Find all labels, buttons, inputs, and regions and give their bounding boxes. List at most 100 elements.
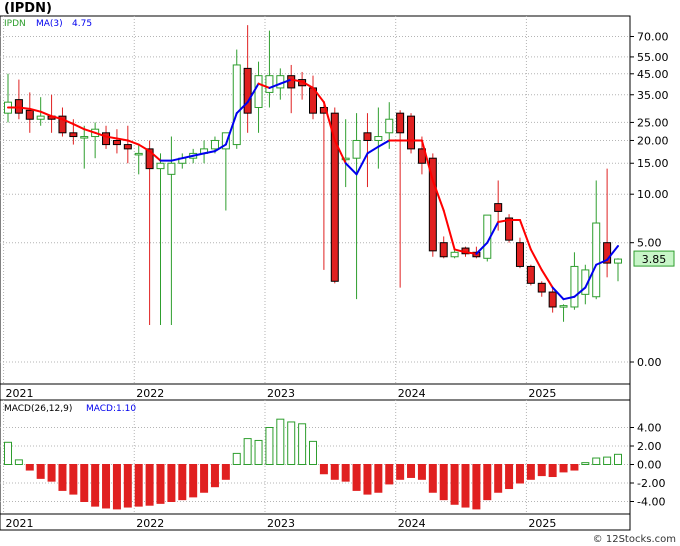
price-x-tick-label: 2025 (528, 387, 556, 400)
macd-bar (526, 464, 535, 480)
candle-body (102, 132, 111, 146)
macd-bar (123, 464, 132, 508)
watermark: © 12Stocks.com (593, 534, 676, 545)
price-tick-label: 35.00 (637, 89, 669, 102)
candle-body (374, 136, 383, 141)
macd-bar (570, 464, 579, 471)
candle-body (167, 162, 176, 175)
candle-body (450, 251, 459, 258)
legend-macd-value: MACD:1.10 (86, 404, 136, 414)
price-tick-label: 55.00 (637, 51, 669, 64)
candle-body (537, 282, 546, 293)
candle-body (385, 118, 394, 134)
candle-body (494, 203, 503, 212)
candle-body (25, 109, 34, 120)
candle-body (14, 99, 23, 114)
macd-bar (363, 464, 372, 495)
macd-bar (581, 462, 590, 465)
macd-bar (559, 464, 568, 473)
macd-bar (396, 464, 405, 480)
macd-bar (614, 453, 622, 466)
price-tick-label: 0.00 (637, 356, 662, 369)
macd-bar (189, 464, 198, 498)
macd-bar (515, 464, 524, 484)
macd-bar (385, 464, 394, 485)
macd-bar (505, 464, 514, 490)
macd-bar (14, 459, 23, 465)
candle-body (396, 112, 405, 134)
macd-bar (374, 464, 383, 493)
macd-bar (298, 423, 307, 465)
macd-bar (352, 464, 361, 491)
macd-bar (548, 464, 557, 478)
legend-ticker: IPDN (4, 19, 26, 29)
macd-legend: MACD(26,12,9) MACD:1.10 (4, 404, 136, 414)
macd-x-tick-label: 2023 (267, 517, 295, 530)
candle-body (156, 162, 165, 170)
legend-macd-label: MACD(26,12,9) (4, 404, 72, 414)
candle-body (439, 242, 448, 258)
macd-bar (232, 452, 241, 465)
candle-body (243, 67, 252, 114)
candle-body (407, 115, 416, 150)
macd-bar (407, 464, 416, 478)
macd-x-tick-label: 2025 (528, 517, 556, 530)
macd-bar (25, 464, 34, 471)
macd-bar (592, 457, 601, 465)
candle-body (614, 258, 622, 264)
macd-bar (200, 464, 209, 493)
candle-body (570, 265, 579, 308)
macd-bar (265, 427, 274, 465)
macd-bar (58, 464, 67, 491)
price-legend: IPDN MA(3) 4.75 (4, 19, 92, 29)
price-tick-label: 45.00 (637, 68, 669, 81)
candle-body (559, 305, 568, 308)
price-tick-label: 5.00 (637, 237, 662, 250)
macd-bar (461, 464, 470, 508)
price-tick-label: 20.00 (637, 134, 669, 147)
macd-bar (537, 464, 546, 477)
candle-body (123, 144, 132, 150)
candle-body (69, 132, 78, 138)
candle-body (112, 139, 121, 146)
macd-bar (4, 441, 12, 465)
price-tick-label: 10.00 (637, 188, 669, 201)
candle-body (210, 139, 219, 150)
chart-stage: (IPDN) 70.00 55.00 45.00 35.00 25.00 20.00 15.… (0, 0, 680, 546)
price-tick-label: 25.00 (637, 116, 669, 129)
macd-bar (47, 464, 56, 482)
macd-bar (254, 439, 263, 466)
macd-bar (210, 464, 219, 488)
macd-tick-label: 0.00 (637, 459, 662, 472)
macd-bar (276, 418, 285, 465)
macd-bar (472, 464, 481, 510)
macd-bar (483, 464, 492, 501)
candle-body (363, 132, 372, 141)
candle-body (232, 64, 241, 146)
macd-bar (417, 464, 426, 480)
macd-bar (80, 464, 89, 502)
ma-segment (17, 106, 31, 110)
candle-body (548, 291, 557, 308)
price-tick-label: 15.00 (637, 157, 669, 170)
macd-bar (450, 464, 459, 505)
macd-bar (112, 464, 121, 510)
price-x-tick-label: 2021 (6, 387, 34, 400)
macd-x-tick-label: 2024 (398, 517, 426, 530)
macd-bar (91, 464, 100, 507)
macd-bar (156, 464, 165, 504)
macd-bar (36, 464, 45, 479)
macd-tick-label: -2.00 (637, 477, 665, 490)
price-tick-label: 70.00 (637, 31, 669, 44)
macd-bar (319, 464, 328, 475)
price-x-tick-label: 2022 (136, 387, 164, 400)
macd-bar (243, 438, 252, 466)
macd-bar (287, 421, 296, 466)
legend-ma-label: MA(3) (36, 19, 63, 29)
macd-x-tick-label: 2021 (6, 517, 34, 530)
macd-tick-label: 2.00 (637, 440, 662, 453)
last-price-label: 3.85 (642, 253, 667, 266)
macd-bar (428, 464, 437, 493)
macd-bar (167, 464, 176, 502)
macd-bar (145, 464, 154, 506)
